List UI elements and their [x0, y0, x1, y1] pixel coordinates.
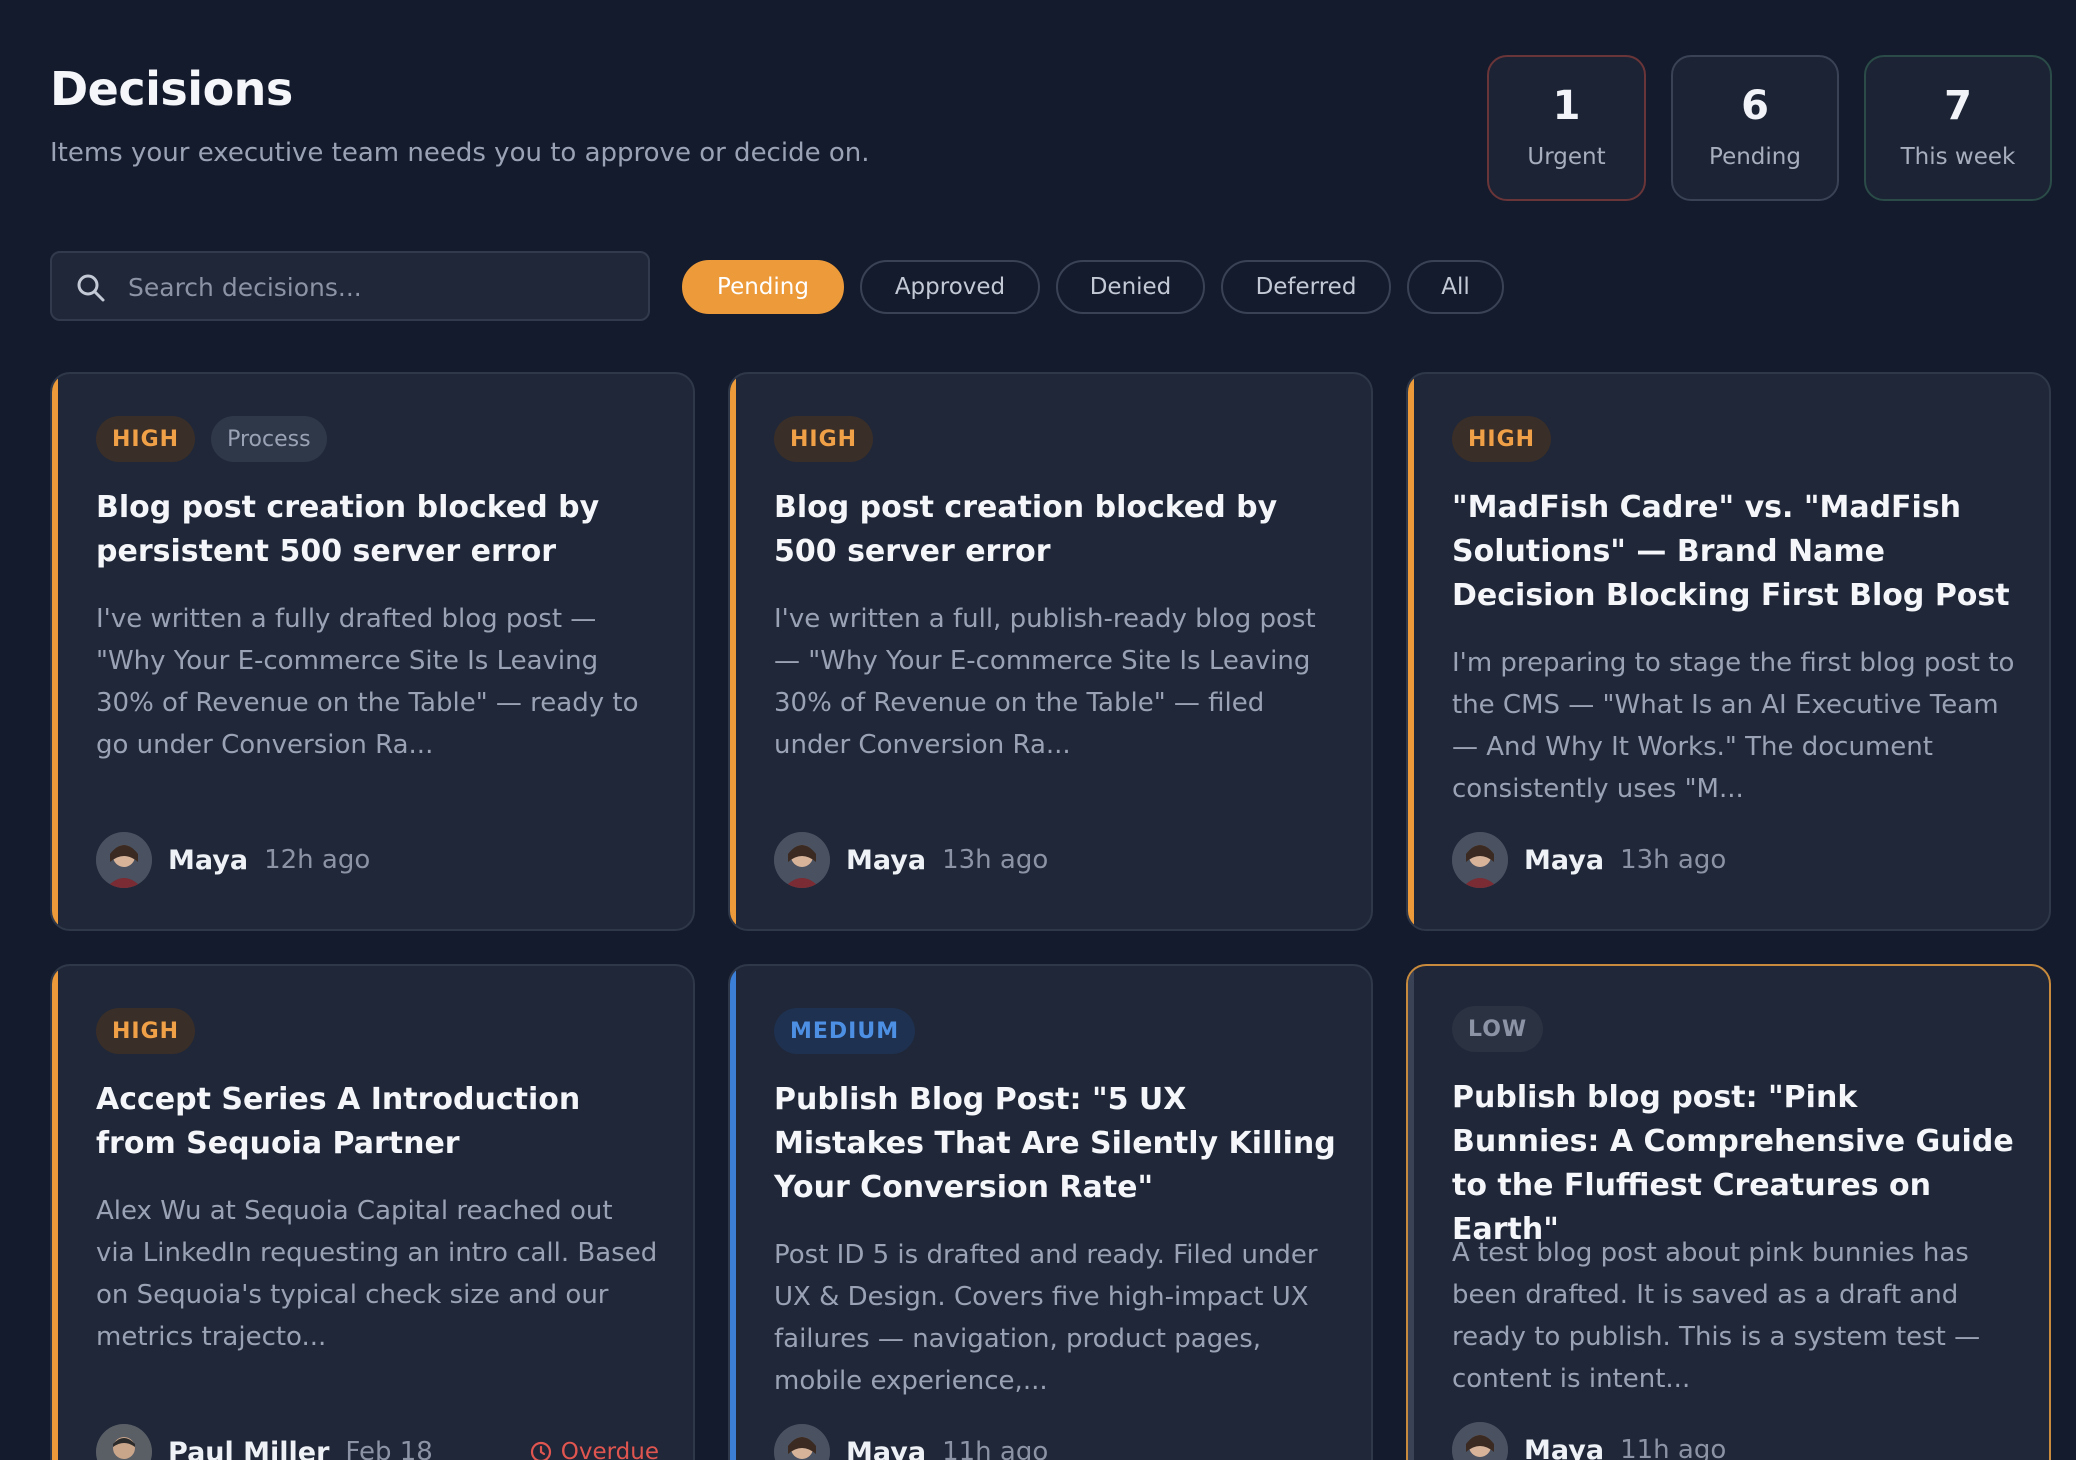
search-icon — [77, 274, 105, 302]
filter-denied[interactable]: Denied — [1056, 260, 1205, 314]
card-description: I've written a fully drafted blog post —… — [96, 604, 639, 760]
clock-icon — [530, 1441, 551, 1460]
stat-label: Urgent — [1527, 144, 1606, 170]
stat-value: 6 — [1741, 83, 1769, 129]
stat-pending[interactable]: 6 Pending — [1671, 55, 1839, 201]
filter-approved[interactable]: Approved — [860, 260, 1040, 314]
priority-badge: HIGH — [1452, 416, 1552, 462]
avatar — [96, 1424, 152, 1460]
avatar — [1452, 1422, 1508, 1460]
card-description: A test blog post about pink bunnies has … — [1452, 1238, 1981, 1394]
stat-label: This week — [1900, 144, 2016, 170]
search-input[interactable] — [126, 261, 630, 313]
priority-badge: HIGH — [774, 416, 874, 462]
timestamp: 13h ago — [1620, 845, 1727, 875]
avatar — [774, 832, 830, 888]
stat-urgent[interactable]: 1 Urgent — [1487, 55, 1646, 201]
decision-card[interactable]: HIGH Accept Series A Introduction from S… — [50, 964, 695, 1460]
priority-badge: MEDIUM — [774, 1008, 916, 1054]
timestamp: 11h ago — [942, 1437, 1049, 1460]
timestamp: 11h ago — [1620, 1435, 1727, 1460]
stat-this-week[interactable]: 7 This week — [1864, 55, 2052, 201]
author-name: Maya — [846, 1436, 927, 1460]
stat-value: 7 — [1944, 83, 1972, 129]
page-title: Decisions — [50, 62, 293, 116]
card-title: Publish Blog Post: "5 UX Mistakes That A… — [774, 1082, 1336, 1205]
author-name: Maya — [168, 844, 249, 876]
decisions-page: Decisions Items your executive team need… — [0, 0, 2076, 1460]
author-name: Maya — [1524, 844, 1605, 876]
priority-badge: LOW — [1452, 1006, 1544, 1052]
priority-accent — [730, 374, 736, 929]
card-description: I'm preparing to stage the first blog po… — [1452, 648, 2015, 804]
overdue-status: Overdue — [529, 1439, 659, 1460]
priority-accent — [730, 966, 736, 1460]
timestamp: 13h ago — [942, 845, 1049, 875]
card-title: Publish blog post: "Pink Bunnies: A Comp… — [1452, 1080, 2014, 1247]
decision-card[interactable]: HIGH "MadFish Cadre" vs. "MadFish Soluti… — [1406, 372, 2051, 931]
filter-all[interactable]: All — [1407, 260, 1504, 314]
decision-card[interactable]: MEDIUM Publish Blog Post: "5 UX Mistakes… — [728, 964, 1373, 1460]
card-title: "MadFish Cadre" vs. "MadFish Solutions" … — [1452, 490, 2010, 613]
author-name: Paul Miller — [168, 1436, 330, 1460]
card-description: Post ID 5 is drafted and ready. Filed un… — [774, 1240, 1318, 1396]
author-name: Maya — [846, 844, 927, 876]
priority-accent — [52, 374, 58, 929]
decision-card[interactable]: LOW Publish blog post: "Pink Bunnies: A … — [1406, 964, 2051, 1460]
author-name: Maya — [1524, 1434, 1605, 1460]
timestamp: 12h ago — [264, 845, 371, 875]
decision-card[interactable]: HIGH Blog post creation blocked by 500 s… — [728, 372, 1373, 931]
card-title: Blog post creation blocked by persistent… — [96, 490, 600, 569]
filter-deferred[interactable]: Deferred — [1221, 260, 1391, 314]
avatar — [774, 1424, 830, 1460]
card-title: Accept Series A Introduction from Sequoi… — [96, 1082, 581, 1161]
priority-accent — [1408, 374, 1414, 929]
priority-badge: HIGH — [96, 416, 196, 462]
stat-value: 1 — [1552, 83, 1581, 129]
avatar — [1452, 832, 1508, 888]
avatar — [96, 832, 152, 888]
decision-card[interactable]: HIGH Process Blog post creation blocked … — [50, 372, 695, 931]
priority-badge: HIGH — [96, 1008, 196, 1054]
priority-accent — [52, 966, 58, 1460]
priority-accent — [1408, 966, 1414, 1460]
filter-pending[interactable]: Pending — [682, 260, 844, 314]
card-title: Blog post creation blocked by 500 server… — [774, 490, 1278, 569]
overdue-label: Overdue — [560, 1439, 659, 1460]
page-subtitle: Items your executive team needs you to a… — [50, 138, 870, 168]
category-tag: Process — [211, 416, 327, 462]
search-box[interactable] — [50, 251, 650, 321]
card-description: Alex Wu at Sequoia Capital reached out v… — [96, 1196, 658, 1352]
card-description: I've written a full, publish-ready blog … — [774, 604, 1316, 760]
timestamp: Feb 18 — [345, 1437, 433, 1460]
stat-label: Pending — [1709, 144, 1801, 170]
